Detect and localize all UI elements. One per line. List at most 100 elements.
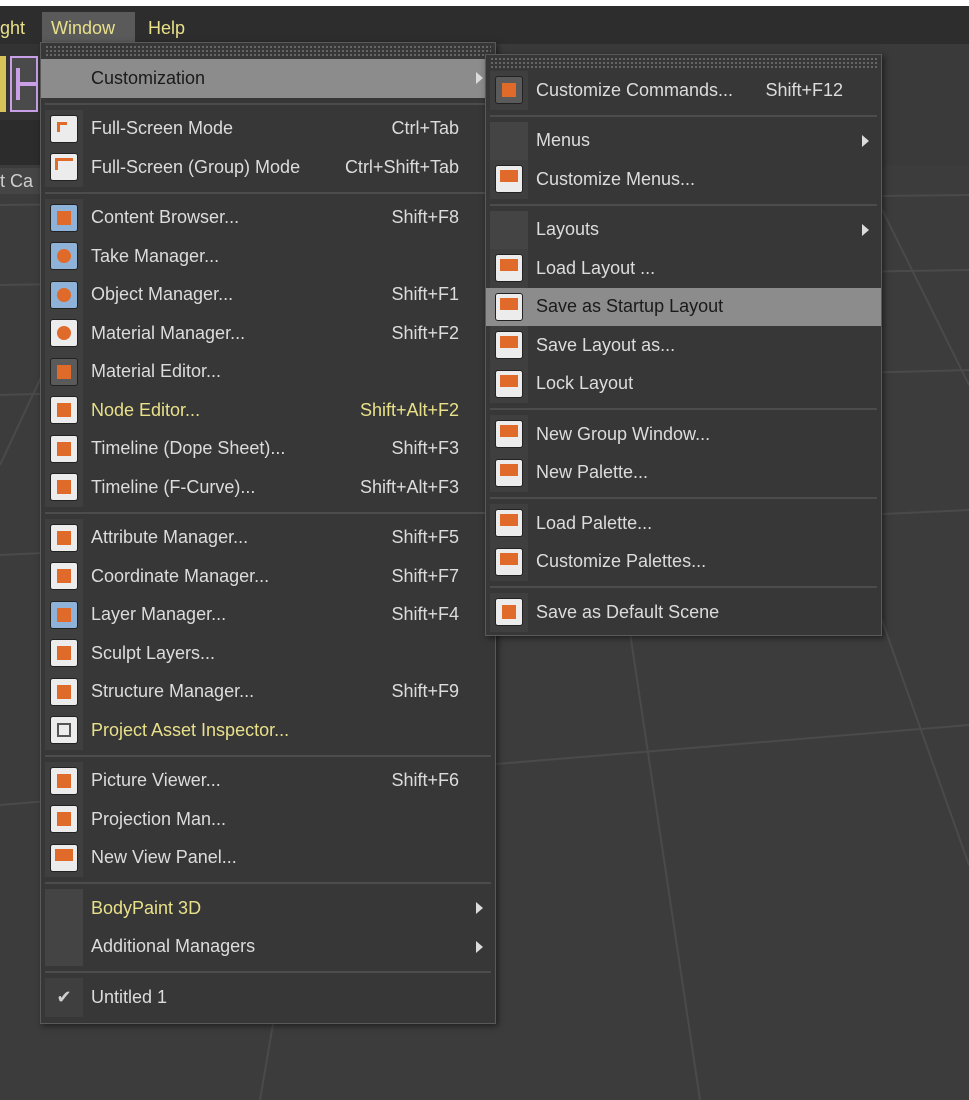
menu-item-label: Project Asset Inspector... <box>91 719 290 740</box>
window_menu-item-take-manager[interactable]: Take Manager... <box>41 237 495 276</box>
customization_menu-item-load-palette[interactable]: Load Palette... <box>486 504 881 543</box>
window_menu-item-projection-man[interactable]: Projection Man... <box>41 800 495 839</box>
window_menu-item-untitled-1[interactable]: ✔ Untitled 1 <box>41 978 495 1017</box>
menu-item-label: Menus <box>536 130 591 151</box>
menu-icon-gutter <box>45 518 83 557</box>
menu-icon-gutter <box>45 237 83 276</box>
menubar-light[interactable]: ght <box>0 12 33 44</box>
menu-icon-gutter <box>45 109 83 148</box>
node-editor-icon <box>50 396 78 425</box>
menu-icon-gutter <box>45 352 83 391</box>
fullscreen-icon <box>50 114 78 143</box>
load-palette-icon <box>495 509 523 538</box>
menu-icon-gutter <box>45 59 83 98</box>
menu-item-label: Timeline (Dope Sheet)... <box>91 438 286 459</box>
window_menu-item-content-browser[interactable]: Content Browser... Shift+F8 <box>41 198 495 237</box>
move-tool-icon[interactable] <box>10 56 38 112</box>
window_menu-item-attribute-manager[interactable]: Attribute Manager... Shift+F5 <box>41 518 495 557</box>
window_menu-item-material-editor[interactable]: Material Editor... <box>41 352 495 391</box>
menu-icon-gutter <box>490 364 528 403</box>
viewport-camera-label: t Ca <box>0 168 40 194</box>
menu-icon-gutter <box>490 593 528 632</box>
customize-palettes-icon <box>495 547 523 576</box>
menu-item-shortcut: Shift+Alt+F2 <box>359 399 459 420</box>
menu-icon-gutter <box>45 838 83 877</box>
window_menu-item-structure-manager[interactable]: Structure Manager... Shift+F9 <box>41 672 495 711</box>
window_menu-item-full-screen-mode[interactable]: Full-Screen Mode Ctrl+Tab <box>41 109 495 148</box>
menu-item-label: Additional Managers <box>91 936 256 957</box>
window_menu-item-bodypaint-3d[interactable]: BodyPaint 3D <box>41 889 495 928</box>
menu-separator <box>486 581 881 593</box>
content-browser-icon <box>50 203 78 232</box>
window_menu-item-customization[interactable]: Customization <box>41 59 495 98</box>
customization_menu-item-save-layout-as[interactable]: Save Layout as... <box>486 326 881 365</box>
menu-icon-gutter <box>45 275 83 314</box>
window_menu-item-full-screen-group-mode[interactable]: Full-Screen (Group) Mode Ctrl+Shift+Tab <box>41 148 495 187</box>
sculpt-layers-icon <box>50 639 78 668</box>
load-layout-icon <box>495 254 523 283</box>
menubar-window[interactable]: Window <box>42 12 135 44</box>
customization_menu-item-save-as-startup-layout[interactable]: Save as Startup Layout <box>486 287 881 326</box>
window_menu-item-layer-manager[interactable]: Layer Manager... Shift+F4 <box>41 595 495 634</box>
material-manager-icon <box>50 319 78 348</box>
menu-icon-gutter <box>490 121 528 160</box>
menu-item-label: Object Manager... <box>91 284 234 305</box>
window_menu-item-coordinate-manager[interactable]: Coordinate Manager... Shift+F7 <box>41 557 495 596</box>
menu-icon-gutter <box>45 711 83 750</box>
take-manager-icon <box>50 242 78 271</box>
menu-separator <box>41 507 495 519</box>
menu-item-label: Take Manager... <box>91 245 220 266</box>
window_menu-item-sculpt-layers[interactable]: Sculpt Layers... <box>41 634 495 673</box>
menu-item-shortcut: Shift+F8 <box>391 207 459 228</box>
menu-icon-gutter <box>490 453 528 492</box>
customize-commands-icon <box>495 76 523 105</box>
window_menu-item-new-view-panel[interactable]: New View Panel... <box>41 838 495 877</box>
window-menu: Customization Full-Screen Mode Ctrl+Tab Ful… <box>40 42 496 1024</box>
menu-icon-gutter <box>490 287 528 326</box>
menu-item-shortcut: Shift+F2 <box>391 322 459 343</box>
menu-item-label: Layer Manager... <box>91 604 227 625</box>
customization_menu-item-new-palette[interactable]: New Palette... <box>486 453 881 492</box>
menu-icon-gutter <box>45 468 83 507</box>
customization_menu-item-menus[interactable]: Menus <box>486 121 881 160</box>
menu-item-shortcut: Shift+F3 <box>391 438 459 459</box>
window_menu-item-node-editor[interactable]: Node Editor... Shift+Alt+F2 <box>41 391 495 430</box>
menu-icon-gutter <box>45 672 83 711</box>
menu-grip[interactable] <box>490 57 877 69</box>
menu-item-label: New Palette... <box>536 462 649 483</box>
toolbar-yellow-marker <box>0 56 6 112</box>
menu-icon-gutter <box>490 542 528 581</box>
menu-icon-gutter <box>45 314 83 353</box>
structure-manager-icon <box>50 677 78 706</box>
menu-item-label: Save as Startup Layout <box>536 296 724 317</box>
menu-item-shortcut: Shift+F1 <box>391 284 459 305</box>
object-manager-icon <box>50 280 78 309</box>
customization_menu-item-save-as-default-scene[interactable]: Save as Default Scene <box>486 593 881 632</box>
customization_menu-item-customize-commands[interactable]: Customize Commands... Shift+F12 <box>486 71 881 110</box>
menu-item-shortcut: Shift+F5 <box>391 527 459 548</box>
window_menu-item-additional-managers[interactable]: Additional Managers <box>41 927 495 966</box>
menu-icon-gutter <box>45 634 83 673</box>
customization_menu-item-customize-palettes[interactable]: Customize Palettes... <box>486 542 881 581</box>
window_menu-item-timeline-f-curve[interactable]: Timeline (F-Curve)... Shift+Alt+F3 <box>41 468 495 507</box>
picture-viewer-icon <box>50 766 78 795</box>
window_menu-item-timeline-dope-sheet[interactable]: Timeline (Dope Sheet)... Shift+F3 <box>41 429 495 468</box>
window_menu-item-project-asset-inspector[interactable]: Project Asset Inspector... <box>41 711 495 750</box>
window_menu-item-object-manager[interactable]: Object Manager... Shift+F1 <box>41 275 495 314</box>
submenu-arrow-icon <box>862 223 869 236</box>
menu-icon-gutter <box>45 889 83 928</box>
menu-icon-gutter <box>490 210 528 249</box>
customization_menu-item-customize-menus[interactable]: Customize Menus... <box>486 160 881 199</box>
customization_menu-item-lock-layout[interactable]: Lock Layout <box>486 364 881 403</box>
customization_menu-item-layouts[interactable]: Layouts <box>486 210 881 249</box>
menu-item-label: New View Panel... <box>91 847 237 868</box>
menu-item-label: Customization <box>91 67 206 88</box>
menubar-help[interactable]: Help <box>140 12 193 44</box>
customization_menu-item-load-layout[interactable]: Load Layout ... <box>486 249 881 288</box>
new-group-window-icon <box>495 420 523 449</box>
customization_menu-item-new-group-window[interactable]: New Group Window... <box>486 415 881 454</box>
menu-separator <box>41 750 495 762</box>
window_menu-item-material-manager[interactable]: Material Manager... Shift+F2 <box>41 314 495 353</box>
menu-grip[interactable] <box>45 45 491 57</box>
window_menu-item-picture-viewer[interactable]: Picture Viewer... Shift+F6 <box>41 761 495 800</box>
